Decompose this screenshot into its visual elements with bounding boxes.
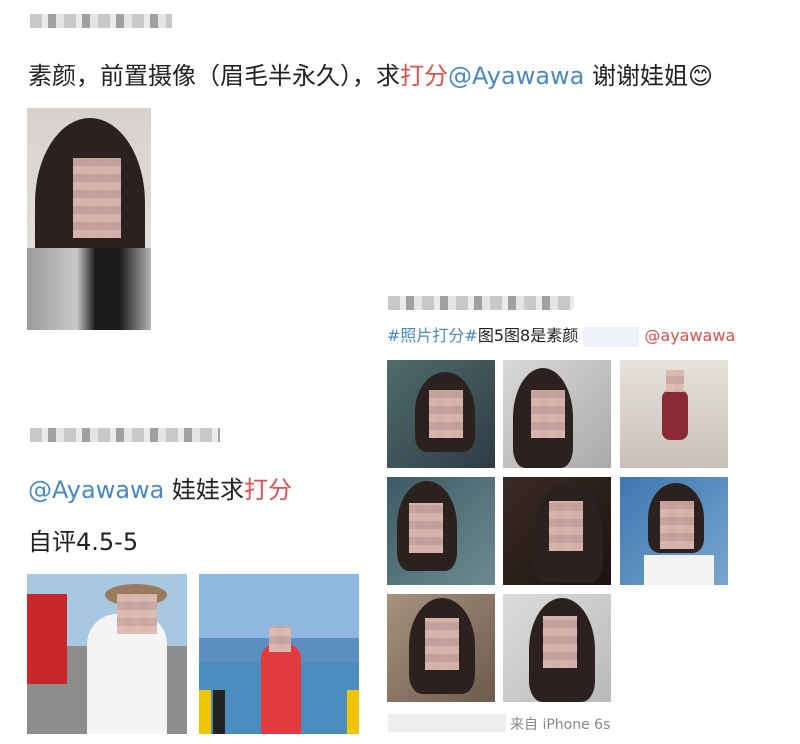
post-2-rate-text: 打分	[244, 476, 293, 504]
smile-emoji-icon: 😊	[688, 62, 714, 90]
post-1-thanks: 谢谢娃姐	[584, 62, 689, 90]
grid-photo-5[interactable]	[503, 477, 611, 585]
blurred-username-1	[30, 14, 172, 28]
post-2-photo-2[interactable]	[199, 574, 359, 734]
post-3-source[interactable]: 来自 iPhone 6s	[510, 714, 610, 734]
grid-photo-6[interactable]	[620, 477, 728, 585]
post-2-mention[interactable]: @Ayawawa	[28, 476, 164, 504]
blurred-username-3	[388, 296, 574, 310]
grid-photo-2[interactable]	[503, 360, 611, 468]
post-1-rate-text: 打分	[400, 62, 448, 90]
grid-photo-7[interactable]	[387, 594, 495, 702]
post-1-photo[interactable]	[27, 108, 151, 330]
post-1-mention[interactable]: @Ayawawa	[448, 62, 584, 90]
post-3-body: 图5图8是素颜	[477, 326, 579, 345]
post-3-text: #照片打分#图5图8是素颜 @ayawawa	[387, 322, 735, 347]
post-2-body: 娃娃求	[164, 476, 245, 504]
grid-photo-1[interactable]	[387, 360, 495, 468]
post-1-body: 素颜，前置摄像（眉毛半永久），求	[28, 62, 400, 90]
grid-photo-3[interactable]	[620, 360, 728, 468]
post-3-mention[interactable]: @ayawawa	[644, 326, 735, 345]
grid-photo-4[interactable]	[387, 477, 495, 585]
post-2-self-rating: 自评4.5-5	[28, 528, 139, 556]
masked-time	[388, 714, 506, 732]
masked-text	[583, 326, 640, 347]
blurred-username-2	[30, 428, 220, 442]
grid-photo-8[interactable]	[503, 594, 611, 702]
post-2-text: @Ayawawa 娃娃求打分	[28, 470, 292, 505]
post-3-hashtag[interactable]: #照片打分#	[387, 326, 478, 345]
post-1-text: 素颜，前置摄像（眉毛半永久），求打分@Ayawawa 谢谢娃姐😊	[28, 60, 713, 92]
post-2-photo-1[interactable]	[27, 574, 187, 734]
